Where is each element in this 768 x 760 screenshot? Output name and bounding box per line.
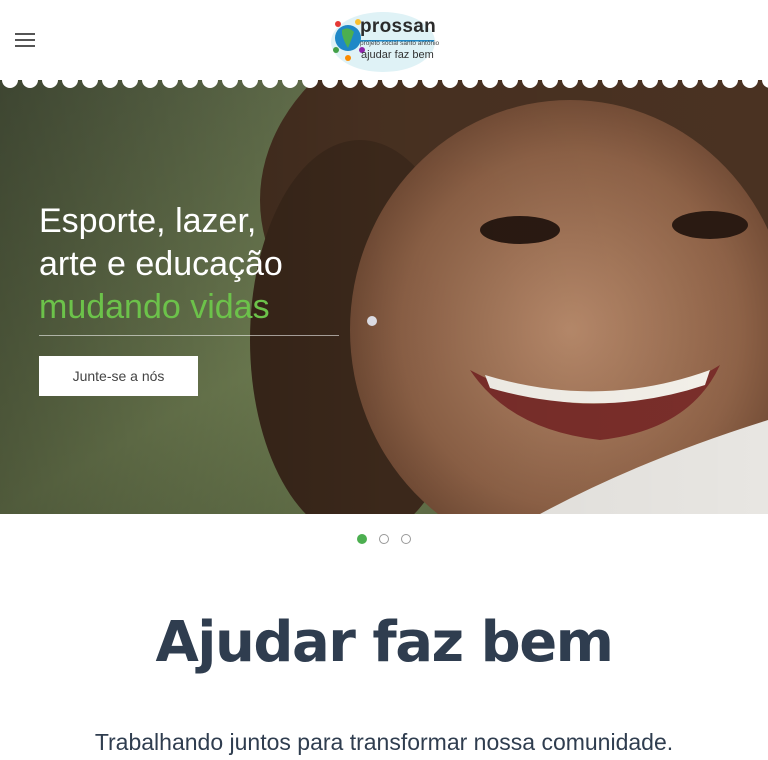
join-us-button[interactable]: Junte-se a nós: [39, 356, 198, 396]
scalloped-divider: [0, 76, 768, 88]
hero-divider: [39, 335, 339, 336]
hamburger-menu-icon[interactable]: [15, 33, 35, 47]
hero-headline-accent: mudando vidas: [39, 288, 270, 326]
site-logo[interactable]: prossan projeto social santo antônio aju…: [328, 4, 440, 76]
slider-pagination: [0, 534, 768, 544]
slider-dot-2[interactable]: [379, 534, 389, 544]
hero-headline: Esporte, lazer, arte e educação mudando …: [39, 200, 339, 329]
hero-slider: Esporte, lazer, arte e educação mudando …: [0, 80, 768, 514]
logo-slogan: ajudar faz bem: [361, 49, 434, 61]
slider-dot-3[interactable]: [401, 534, 411, 544]
slider-dot-1[interactable]: [357, 534, 367, 544]
section-title: Ajudar faz bem: [155, 610, 614, 675]
logo-title: prossan: [360, 16, 437, 37]
logo-tagline: projeto social santo antônio: [360, 40, 440, 47]
site-header: prossan projeto social santo antônio aju…: [0, 0, 768, 80]
section-subtitle: Trabalhando juntos para transformar noss…: [94, 729, 674, 755]
hero-headline-line-1: Esporte, lazer,: [39, 202, 257, 240]
hero-headline-line-2: arte e educação: [39, 245, 283, 283]
